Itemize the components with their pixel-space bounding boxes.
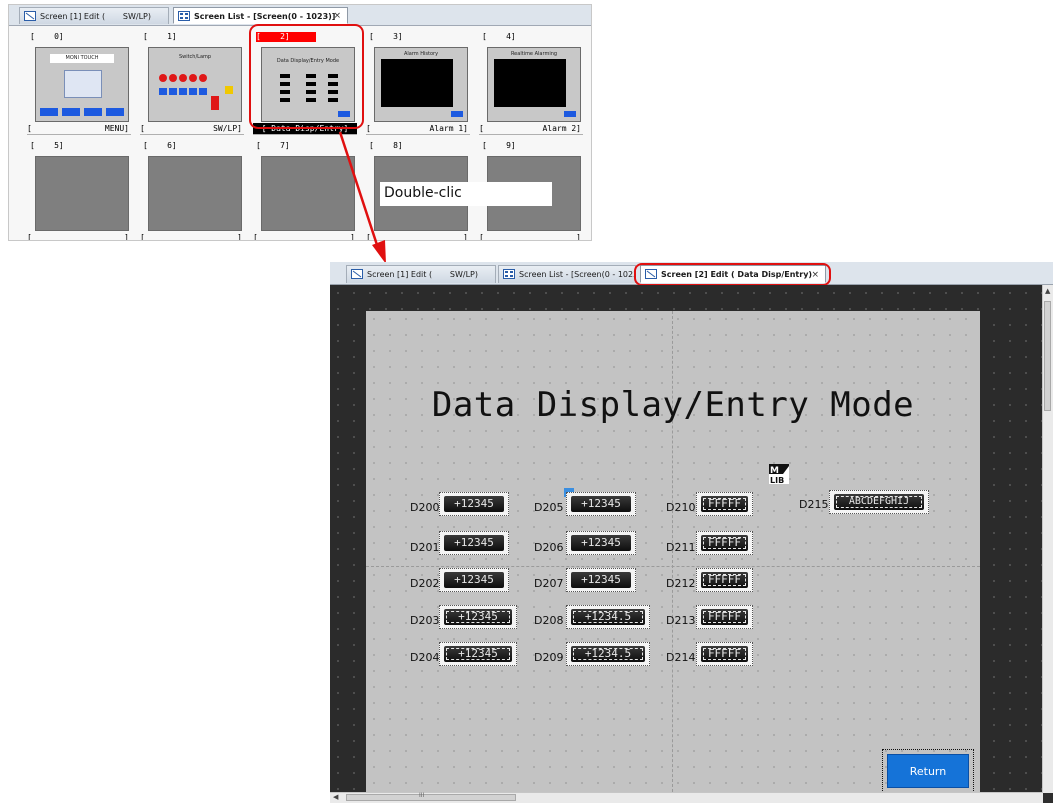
item-label: D215	[799, 498, 829, 511]
display-value: FFFFF	[701, 609, 748, 625]
tab-screen1-edit[interactable]: Screen [1] Edit ( SW/LP)	[346, 265, 496, 283]
data-display-part[interactable]: FFFFF	[696, 605, 753, 629]
scroll-left-icon[interactable]: ◀	[333, 793, 338, 801]
scrollbar-thumb[interactable]: III	[346, 792, 516, 801]
mlib-m: M	[770, 466, 779, 476]
data-display-part[interactable]: +12345	[439, 642, 517, 666]
item-label: D208	[534, 614, 564, 627]
display-value: +1234.5	[571, 646, 645, 662]
tab-label: Screen [1] Edit ( SW/LP)	[367, 270, 478, 279]
data-display-part[interactable]: +12345	[439, 531, 509, 555]
data-display-part[interactable]: +12345	[566, 568, 636, 592]
item-label: D212	[666, 577, 696, 590]
item-label: D214	[666, 651, 696, 664]
screen-edit-icon	[351, 269, 363, 279]
display-value: +12345	[444, 535, 504, 551]
item-label: D203	[410, 614, 440, 627]
data-display-part[interactable]: FFFFF	[696, 492, 753, 516]
scrollbar-grip: III	[419, 792, 425, 799]
screen-area[interactable]: Data Display/Entry Mode M LIB D200 +1234…	[366, 311, 980, 797]
screen-list-icon	[503, 269, 515, 279]
data-display-part[interactable]: +12345	[566, 492, 636, 516]
item-label: D209	[534, 651, 564, 664]
center-guide-vertical	[672, 311, 673, 797]
data-display-part[interactable]: +12345	[439, 605, 517, 629]
data-display-part[interactable]: FFFFF	[696, 531, 753, 555]
display-value: ABCDEFGHIJ	[834, 494, 924, 510]
data-display-part[interactable]: ABCDEFGHIJ	[829, 490, 929, 514]
vertical-scrollbar[interactable]: ▲	[1042, 285, 1053, 793]
double-click-annotation: Double-clic	[380, 182, 552, 206]
display-value: +12345	[444, 609, 512, 625]
item-label: D201	[410, 541, 440, 554]
active-tab-highlight-ring	[634, 263, 831, 286]
item-label: D204	[410, 651, 440, 664]
display-value: FFFFF	[701, 646, 748, 662]
scroll-up-icon[interactable]: ▲	[1045, 287, 1050, 295]
display-value: +12345	[571, 496, 631, 512]
display-value: +1234.5	[571, 609, 645, 625]
item-label: D202	[410, 577, 440, 590]
display-value: FFFFF	[701, 535, 748, 551]
data-display-part[interactable]: FFFFF	[696, 568, 753, 592]
screen-title[interactable]: Data Display/Entry Mode	[366, 385, 980, 425]
data-display-part[interactable]: FFFFF	[696, 642, 753, 666]
return-button-label: Return	[887, 754, 969, 788]
horizontal-scrollbar[interactable]: ◀ III	[330, 792, 1043, 803]
display-value: FFFFF	[701, 496, 748, 512]
display-value: FFFFF	[701, 572, 748, 588]
data-display-part[interactable]: +1234.5	[566, 642, 650, 666]
data-display-part[interactable]: +1234.5	[566, 605, 650, 629]
item-label: D213	[666, 614, 696, 627]
data-display-part[interactable]: +12345	[439, 568, 509, 592]
data-display-part[interactable]: +12345	[439, 492, 509, 516]
data-display-part[interactable]: +12345	[566, 531, 636, 555]
center-guide-horizontal	[366, 566, 980, 567]
edit-tab-bar: Screen [1] Edit ( SW/LP) Screen List - […	[330, 262, 1053, 286]
screen-edit-window: Screen [1] Edit ( SW/LP) Screen List - […	[330, 262, 1053, 803]
scrollbar-thumb[interactable]	[1044, 301, 1051, 411]
display-value: +12345	[444, 646, 512, 662]
item-label: D210	[666, 501, 696, 514]
edit-canvas[interactable]: Data Display/Entry Mode M LIB D200 +1234…	[330, 285, 1043, 797]
item-label: D211	[666, 541, 696, 554]
return-button[interactable]: Return	[882, 749, 974, 793]
macro-library-icon[interactable]: M LIB	[769, 464, 789, 484]
mlib-lib: LIB	[770, 476, 784, 484]
display-value: +12345	[571, 572, 631, 588]
item-label: D206	[534, 541, 564, 554]
display-value: +12345	[571, 535, 631, 551]
tab-screen-list[interactable]: Screen List - [Screen(0 - 1023)	[498, 265, 636, 283]
tab-label: Screen List - [Screen(0 - 1023)	[519, 270, 636, 279]
item-label: D207	[534, 577, 564, 590]
display-value: +12345	[444, 496, 504, 512]
item-label: D200	[410, 501, 440, 514]
display-value: +12345	[444, 572, 504, 588]
item-label: D205	[534, 501, 564, 514]
